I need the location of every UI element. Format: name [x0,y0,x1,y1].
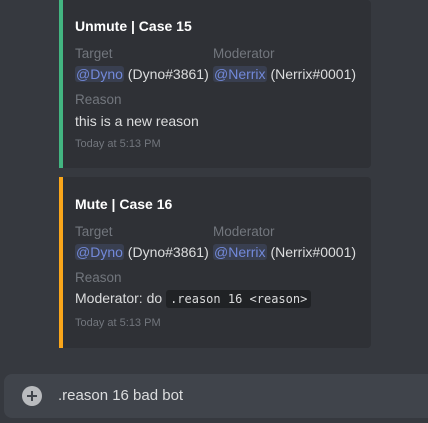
moderator-value: @Nerrix (Nerrix#0001) [213,66,356,82]
moderator-label: Moderator [213,46,275,61]
mute-case-embed: Mute | Case 16 Target @Dyno (Dyno#3861) … [59,177,371,348]
reason-label: Reason [75,92,122,107]
moderator-mention[interactable]: @Nerrix [213,66,267,82]
embed-timestamp: Today at 5:13 PM [75,138,161,150]
target-mention[interactable]: @Dyno [75,66,124,82]
reason-value: Moderator: do .reason 16 <reason> [75,290,312,308]
reason-label: Reason [75,270,122,285]
add-circle-icon[interactable] [22,386,42,406]
embed-title: Mute | Case 16 [75,196,173,212]
reason-value: this is a new reason [75,113,199,129]
target-tag: (Dyno#3861) [127,244,209,260]
embed-title: Unmute | Case 15 [75,18,192,34]
reason-command-code: .reason 16 <reason> [166,290,312,308]
unmute-case-embed: Unmute | Case 15 Target @Dyno (Dyno#3861… [59,0,371,168]
moderator-tag: (Nerrix#0001) [270,66,357,82]
moderator-label: Moderator [213,224,275,239]
reason-prefix: Moderator: do [75,290,163,306]
target-value: @Dyno (Dyno#3861) [75,66,209,82]
target-tag: (Dyno#3861) [127,66,209,82]
target-value: @Dyno (Dyno#3861) [75,244,209,260]
moderator-tag: (Nerrix#0001) [270,244,357,260]
message-input[interactable]: .reason 16 bad bot [58,387,183,404]
embed-timestamp: Today at 5:13 PM [75,317,161,329]
target-label: Target [75,46,113,61]
moderator-mention[interactable]: @Nerrix [213,244,267,260]
target-label: Target [75,224,113,239]
target-mention[interactable]: @Dyno [75,244,124,260]
message-composer[interactable]: .reason 16 bad bot [4,374,428,418]
moderator-value: @Nerrix (Nerrix#0001) [213,244,356,260]
